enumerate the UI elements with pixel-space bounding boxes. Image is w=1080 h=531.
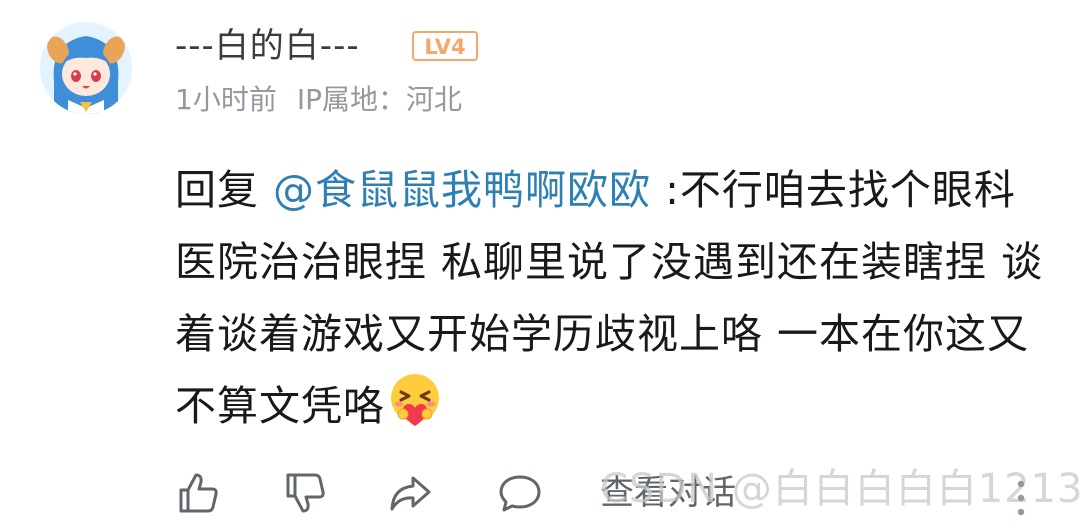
thumbs-down-icon — [286, 473, 325, 513]
reply-button[interactable] — [497, 470, 543, 516]
avatar-image — [40, 22, 132, 114]
comment-bubble-icon — [499, 475, 541, 512]
share-button[interactable] — [387, 470, 433, 516]
level-badge-text: LV4 — [424, 35, 465, 59]
level-badge: LV4 — [412, 31, 478, 61]
more-options-button[interactable] — [1012, 478, 1030, 518]
more-vertical-icon — [1017, 480, 1025, 516]
username[interactable]: ---白的白--- — [175, 22, 360, 70]
mention-link[interactable]: @食鼠鼠我鸭啊欧欧 — [273, 166, 651, 214]
comment-body: 回复 @食鼠鼠我鸭啊欧欧 :不行咱去找个眼科医院治治眼捏 私聊里说了没遇到还在装… — [175, 154, 1055, 442]
dislike-button[interactable] — [282, 470, 328, 516]
comment-time: 1小时前 — [175, 83, 277, 116]
comment-meta: 1小时前 IP属地：河北 — [175, 80, 482, 120]
share-icon — [390, 476, 431, 511]
thumbs-up-icon — [179, 473, 218, 513]
user-avatar[interactable] — [40, 22, 132, 114]
like-button[interactable] — [175, 470, 221, 516]
hug-emoji-icon — [385, 370, 445, 430]
ip-location: IP属地：河北 — [296, 83, 462, 116]
reply-prefix: 回复 — [175, 166, 274, 214]
view-dialog-button[interactable]: 查看对话 — [600, 470, 736, 516]
level-badge-icon: LV4 — [412, 31, 478, 61]
